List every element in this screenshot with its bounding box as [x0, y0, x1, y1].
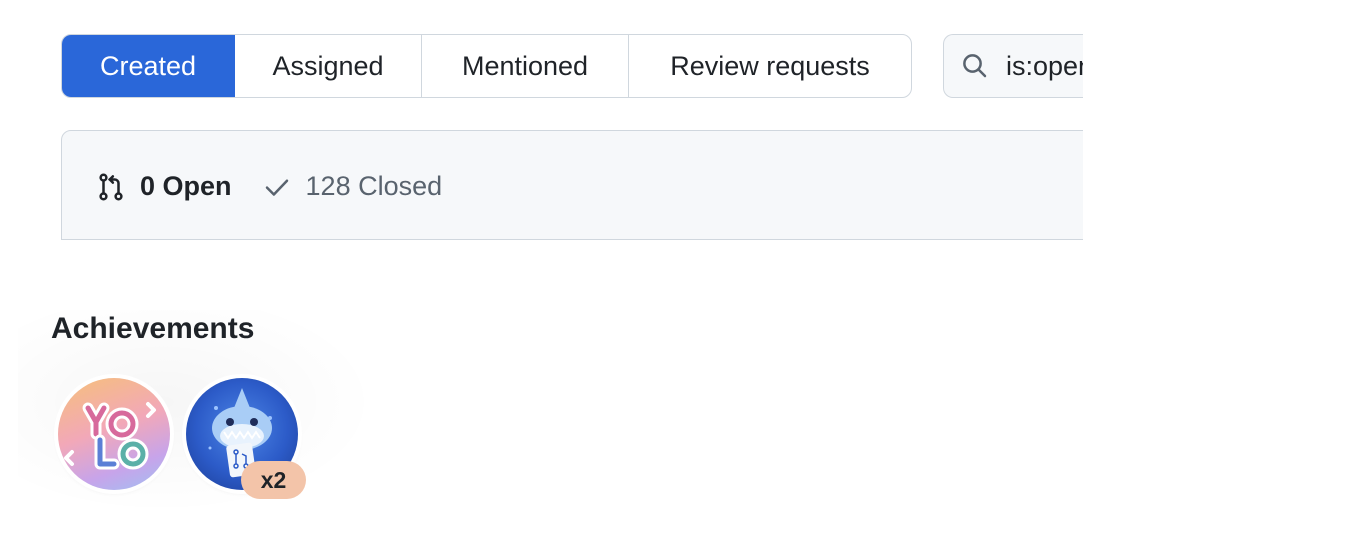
page: Created Assigned Mentioned Review reques…: [0, 0, 1352, 550]
state-filters: 0 Open 128 Closed: [96, 171, 442, 202]
filter-tabs: Created Assigned Mentioned Review reques…: [61, 34, 912, 98]
closed-count: 128 Closed: [305, 171, 443, 201]
yolo-badge-art: [64, 402, 156, 470]
tab-review-requests[interactable]: Review requests: [629, 35, 911, 97]
open-filter[interactable]: 0 Open: [96, 171, 232, 202]
search-field[interactable]: [943, 34, 1103, 98]
open-count: 0 Open: [140, 171, 232, 201]
search-icon: [963, 54, 987, 78]
pull-request-list-header: 0 Open 128 Closed: [61, 130, 1121, 240]
git-pull-request-icon: [99, 173, 123, 201]
yolo-badge[interactable]: [58, 378, 170, 490]
viewport-edge: [1083, 0, 1352, 550]
check-icon: [265, 179, 288, 196]
achievements-heading: Achievements: [51, 312, 255, 345]
closed-filter[interactable]: 128 Closed: [262, 171, 443, 202]
tab-created[interactable]: Created: [62, 35, 235, 97]
tab-mentioned[interactable]: Mentioned: [422, 35, 629, 97]
tab-assigned[interactable]: Assigned: [235, 35, 422, 97]
achievement-count-badge: x2: [241, 461, 306, 499]
